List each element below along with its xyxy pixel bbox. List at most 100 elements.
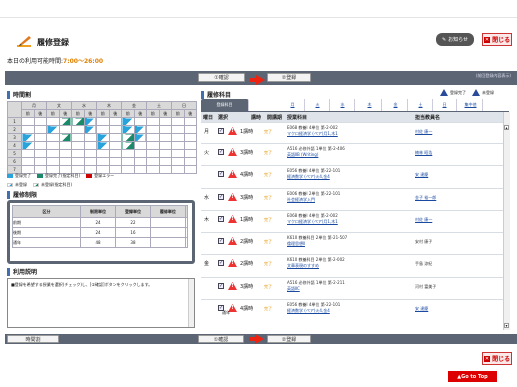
timetable-cell[interactable] <box>183 157 197 166</box>
teacher-name[interactable]: 金子 裕一郎 <box>415 195 436 201</box>
tab-4[interactable]: 木 <box>358 99 382 111</box>
timetable-cell[interactable] <box>121 157 135 166</box>
timetable-cell[interactable] <box>171 149 185 158</box>
course-name-link[interactable]: 英語ⅡB (Writing) <box>287 152 345 158</box>
timetable-cell[interactable] <box>33 117 47 126</box>
timetable-cell[interactable] <box>183 149 197 158</box>
timetable-cell[interactable] <box>108 141 122 150</box>
scroll-down-icon[interactable]: ▾ <box>504 323 509 328</box>
timetable-cell[interactable] <box>46 157 60 166</box>
select-checkbox[interactable]: ✓ <box>218 216 224 222</box>
timetable-cell[interactable] <box>158 125 172 134</box>
timetable-cell[interactable] <box>108 125 122 134</box>
timetable-cell[interactable] <box>121 141 135 150</box>
timetable-cell[interactable] <box>158 141 172 150</box>
timetable-cell[interactable] <box>96 149 110 158</box>
course-name-link[interactable]: 社会経済学入門 <box>287 197 340 203</box>
timetable-button[interactable]: 時間割 <box>7 335 59 343</box>
timetable-cell[interactable] <box>133 141 147 150</box>
tab-8[interactable]: 集中他 <box>459 99 483 111</box>
close-button[interactable]: ✕ 閉じる <box>482 33 512 46</box>
timetable-cell[interactable] <box>33 149 47 158</box>
timetable-cell[interactable] <box>158 149 172 158</box>
scroll-up-icon[interactable]: ▴ <box>504 125 509 130</box>
timetable-cell[interactable] <box>171 141 185 150</box>
timetable-cell[interactable] <box>71 141 85 150</box>
timetable-cell[interactable] <box>83 125 97 134</box>
timetable-cell[interactable] <box>58 125 72 134</box>
timetable-cell[interactable] <box>21 141 35 150</box>
timetable-cell[interactable] <box>33 157 47 166</box>
select-checkbox[interactable]: ✓ <box>218 149 224 155</box>
timetable-cell[interactable] <box>183 125 197 134</box>
tab-6[interactable]: 土 <box>409 99 433 111</box>
timetable-cell[interactable] <box>71 149 85 158</box>
timetable-cell[interactable] <box>33 133 47 142</box>
timetable-cell[interactable] <box>183 141 197 150</box>
timetable-cell[interactable] <box>21 125 35 134</box>
confirm-button-bottom[interactable]: ①確認 <box>198 335 244 343</box>
timetable-cell[interactable] <box>83 117 97 126</box>
timetable-cell[interactable] <box>83 133 97 142</box>
teacher-name[interactable]: 楠林 昭浩 <box>415 150 432 156</box>
timetable-cell[interactable] <box>83 149 97 158</box>
timetable-cell[interactable] <box>171 117 185 126</box>
select-checkbox[interactable]: ✓ <box>218 194 224 200</box>
timetable-cell[interactable] <box>21 157 35 166</box>
timetable-cell[interactable] <box>133 149 147 158</box>
timetable-cell[interactable] <box>108 149 122 158</box>
timetable-cell[interactable] <box>58 149 72 158</box>
select-checkbox[interactable]: ✓ <box>218 171 224 177</box>
timetable-cell[interactable] <box>158 157 172 166</box>
go-to-top-button[interactable]: ▲Go to Top <box>448 371 497 382</box>
usage-scrollbar[interactable] <box>188 279 194 327</box>
timetable-cell[interactable] <box>121 117 135 126</box>
timetable-cell[interactable] <box>171 157 185 166</box>
timetable-cell[interactable] <box>96 117 110 126</box>
timetable-cell[interactable] <box>133 133 147 142</box>
tab-0[interactable]: 登録科目 <box>201 99 249 111</box>
teacher-name[interactable]: 安 達慶 <box>415 306 428 312</box>
timetable-cell[interactable] <box>96 133 110 142</box>
timetable-cell[interactable] <box>58 141 72 150</box>
timetable-cell[interactable] <box>121 149 135 158</box>
timetable-cell[interactable] <box>171 125 185 134</box>
tab-1[interactable]: 月 <box>281 99 305 111</box>
timetable-cell[interactable] <box>96 125 110 134</box>
register-button[interactable]: ②登録 <box>267 73 311 82</box>
timetable-cell[interactable] <box>46 117 60 126</box>
timetable-cell[interactable] <box>71 157 85 166</box>
timetable-cell[interactable] <box>108 133 122 142</box>
timetable-cell[interactable] <box>46 149 60 158</box>
timetable-cell[interactable] <box>21 117 35 126</box>
timetable-cell[interactable] <box>96 141 110 150</box>
notice-button[interactable]: ✎ お知らせ <box>436 33 474 46</box>
select-checkbox[interactable]: ✓ <box>218 128 224 134</box>
tab-5[interactable]: 金 <box>384 99 408 111</box>
timetable-cell[interactable] <box>71 133 85 142</box>
timetable-cell[interactable] <box>133 117 147 126</box>
timetable-cell[interactable] <box>121 133 135 142</box>
timetable-cell[interactable] <box>21 149 35 158</box>
timetable-cell[interactable] <box>46 141 60 150</box>
timetable-cell[interactable] <box>71 117 85 126</box>
tab-3[interactable]: 水 <box>331 99 355 111</box>
select-checkbox[interactable]: ✓ <box>218 283 224 289</box>
timetable-cell[interactable] <box>121 125 135 134</box>
timetable-cell[interactable] <box>158 133 172 142</box>
tab-2[interactable]: 火 <box>306 99 330 111</box>
timetable-cell[interactable] <box>83 141 97 150</box>
course-name-link[interactable]: マクロ経済学 (ペア)月1,木1 <box>287 131 338 137</box>
subjects-scrollbar[interactable] <box>503 112 510 330</box>
timetable-cell[interactable] <box>71 125 85 134</box>
course-name-link[interactable]: 経済数学 (ペア)火4,金4 <box>287 174 340 180</box>
course-name-link[interactable]: マクロ経済学 (ペア)月1,木1 <box>287 219 338 225</box>
timetable-cell[interactable] <box>171 133 185 142</box>
timetable-cell[interactable] <box>146 157 160 166</box>
course-name-link[interactable]: 倫理思想Ⅱ <box>287 241 347 247</box>
timetable-cell[interactable] <box>83 157 97 166</box>
timetable-cell[interactable] <box>46 133 60 142</box>
timetable-cell[interactable] <box>108 157 122 166</box>
register-button-bottom[interactable]: ②登録 <box>267 335 311 343</box>
tab-7[interactable]: 日 <box>433 99 457 111</box>
